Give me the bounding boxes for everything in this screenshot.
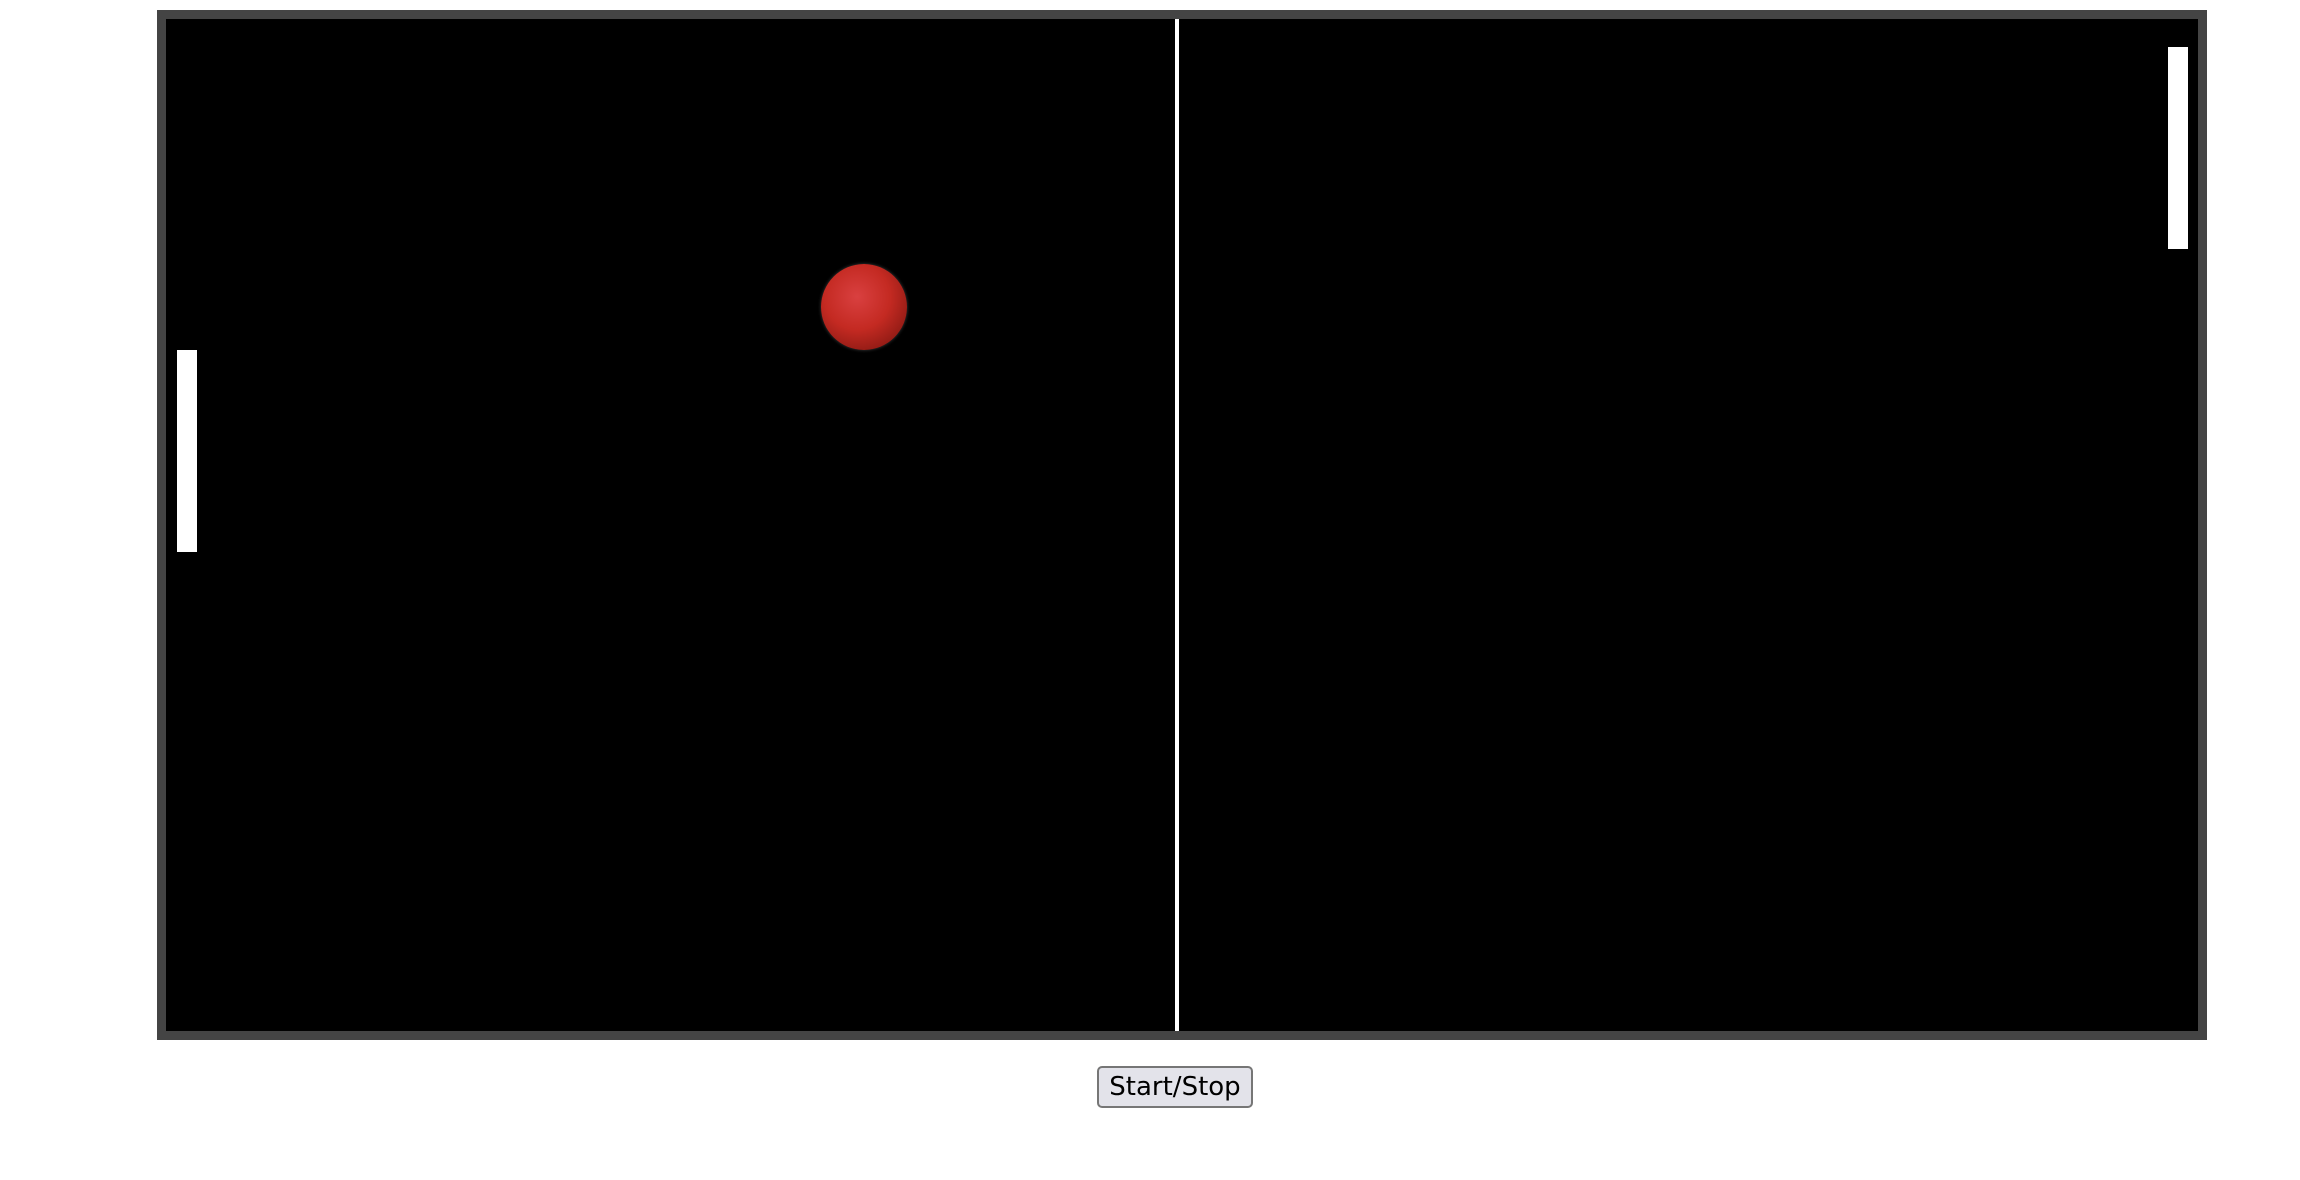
game-court[interactable] [157, 10, 2207, 1040]
right-paddle[interactable] [2168, 47, 2188, 249]
center-net [1175, 19, 1179, 1031]
ball [821, 264, 907, 350]
game-controls: Start/Stop [0, 1066, 2300, 1108]
start-stop-button[interactable]: Start/Stop [1097, 1066, 1253, 1108]
left-paddle[interactable] [177, 350, 197, 552]
